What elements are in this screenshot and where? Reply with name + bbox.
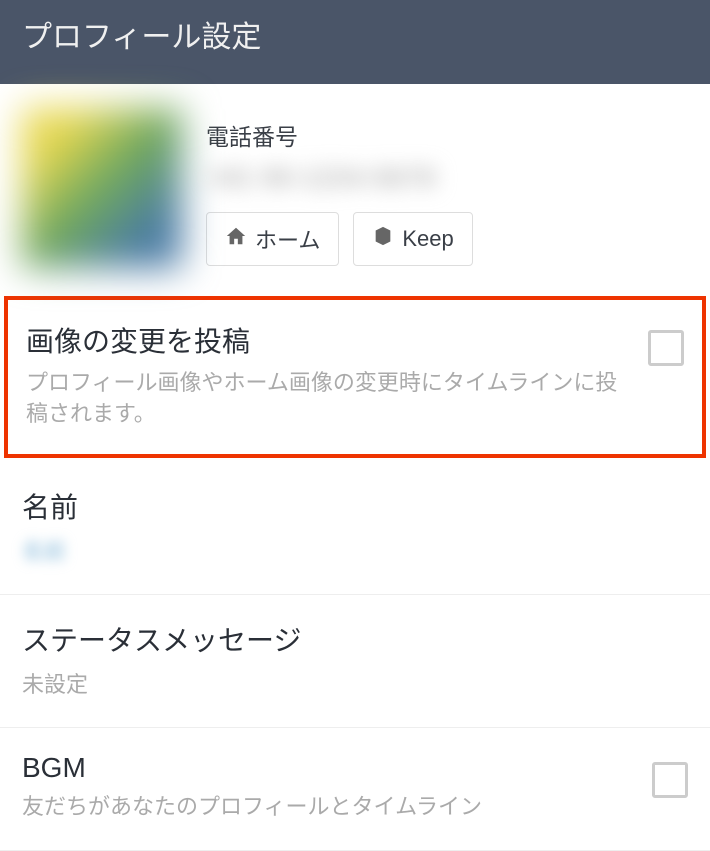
image-change-checkbox[interactable] [648,330,684,366]
settings-list: 画像の変更を投稿 プロフィール画像やホーム画像の変更時にタイムラインに投稿されま… [0,296,710,851]
profile-info: 電話番号 +81 90-1234-5678 ホーム Keep [206,108,688,266]
home-button-label: ホーム [255,223,320,255]
home-icon [225,225,247,253]
image-change-description: プロフィール画像やホーム画像の変更時にタイムラインに投稿されます。 [26,368,628,430]
status-value: 未設定 [22,667,688,699]
keep-icon [372,225,394,253]
name-title: 名前 [22,486,688,526]
page-title: プロフィール設定 [22,21,261,54]
keep-button-label: Keep [402,226,453,252]
profile-buttons: ホーム Keep [206,212,688,266]
header-bar: プロフィール設定 [0,0,710,84]
keep-button[interactable]: Keep [353,212,472,266]
section-name[interactable]: 名前 名前 [0,462,710,595]
phone-label: 電話番号 [206,118,688,152]
image-change-title: 画像の変更を投稿 [26,320,628,360]
section-image-change[interactable]: 画像の変更を投稿 プロフィール画像やホーム画像の変更時にタイムラインに投稿されま… [4,296,706,458]
name-value: 名前 [22,534,688,566]
profile-section: 電話番号 +81 90-1234-5678 ホーム Keep [0,84,710,292]
phone-value: +81 90-1234-5678 [206,162,688,194]
home-button[interactable]: ホーム [206,212,339,266]
bgm-title: BGM [22,752,632,784]
status-title: ステータスメッセージ [22,619,688,659]
bgm-checkbox[interactable] [652,762,688,798]
avatar[interactable] [22,108,182,268]
section-bgm[interactable]: BGM 友だちがあなたのプロフィールとタイムライン [0,728,710,851]
bgm-description: 友だちがあなたのプロフィールとタイムライン [22,792,632,823]
section-status[interactable]: ステータスメッセージ 未設定 [0,595,710,728]
